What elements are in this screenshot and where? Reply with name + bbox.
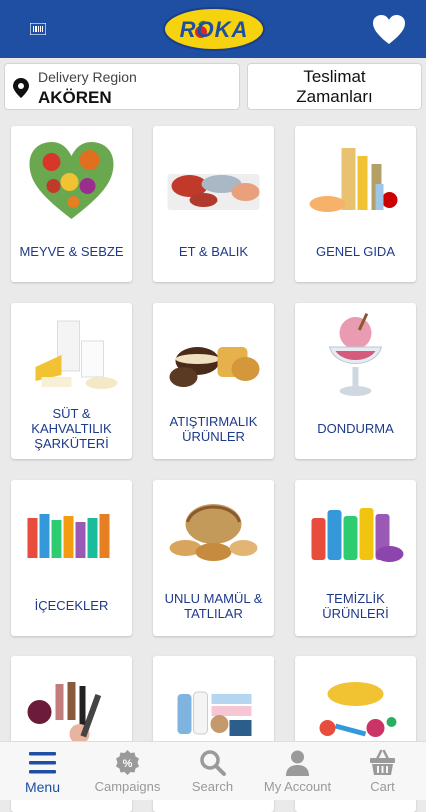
basket-icon: [370, 749, 395, 775]
snacks-image: [169, 347, 260, 387]
category-label: GENEL GIDA: [316, 244, 395, 259]
logo-text: ROKA: [180, 17, 249, 42]
bottom-tab-bar: Menu % Campaigns Search My Account Cart: [0, 741, 426, 800]
tab-label: Cart: [370, 779, 395, 794]
tab-label: Menu: [24, 779, 61, 795]
category-card[interactable]: ET & BALIK: [153, 126, 274, 282]
category-card[interactable]: DONDURMA: [295, 303, 416, 459]
ice-cream-image: [328, 313, 383, 396]
general-food-image: [309, 148, 398, 212]
category-card[interactable]: SÜT & KAHVALTILIK ŞARKÜTERİ: [11, 303, 132, 459]
region-value: AKÖREN: [38, 88, 112, 107]
category-label: MEYVE & SEBZE: [19, 244, 124, 259]
menu-icon: [29, 752, 56, 774]
bakery-image: [169, 504, 258, 561]
beverages-image: [27, 514, 110, 558]
barcode-icon[interactable]: [30, 23, 46, 35]
search-icon: [200, 750, 226, 776]
delivery-times-label: Teslimat Zamanları: [296, 67, 373, 106]
heart-icon[interactable]: [372, 14, 406, 46]
category-label: UNLU MAMÜL & TATLILAR: [164, 590, 263, 621]
delivery-region-selector[interactable]: Delivery Region AKÖREN: [4, 63, 240, 110]
tab-label: Campaigns: [94, 779, 161, 794]
category-label: DONDURMA: [317, 421, 394, 436]
category-card[interactable]: UNLU MAMÜL & TATLILAR: [153, 480, 274, 636]
user-icon: [286, 750, 309, 776]
category-card[interactable]: İÇECEKLER: [11, 480, 132, 636]
category-label: İÇECEKLER: [34, 598, 109, 613]
tab-campaigns[interactable]: % Campaigns: [85, 742, 170, 801]
cleaning-image: [311, 508, 404, 562]
category-label: SÜT & KAHVALTILIK ŞARKÜTERİ: [31, 406, 112, 451]
category-label: ET & BALIK: [178, 244, 249, 259]
category-card[interactable]: TEMİZLİK ÜRÜNLERİ: [295, 480, 416, 636]
category-card[interactable]: MEYVE & SEBZE: [11, 126, 132, 282]
svg-text:%: %: [123, 758, 133, 770]
tab-label: My Account: [263, 779, 332, 794]
app-header: ROKA: [0, 0, 426, 58]
tab-label: Search: [191, 779, 234, 794]
meat-fish-image: [167, 174, 260, 210]
tab-my-account[interactable]: My Account: [255, 742, 340, 801]
tab-cart[interactable]: Cart: [340, 742, 425, 801]
tab-menu[interactable]: Menu: [0, 742, 85, 801]
category-label: TEMİZLİK ÜRÜNLERİ: [322, 590, 389, 621]
roka-logo[interactable]: ROKA: [163, 6, 265, 52]
delivery-times-button[interactable]: Teslimat Zamanları: [247, 63, 422, 110]
location-pin-icon: [13, 78, 29, 98]
fruits-vegetables-heart-image: [29, 142, 114, 219]
category-card[interactable]: GENEL GIDA: [295, 126, 416, 282]
tab-search[interactable]: Search: [170, 742, 255, 801]
percent-badge-icon: %: [116, 750, 139, 775]
region-label: Delivery Region: [38, 69, 137, 85]
category-label: ATIŞTIRMALIK ÜRÜNLER: [169, 413, 258, 444]
category-card[interactable]: ATIŞTIRMALIK ÜRÜNLER: [153, 303, 274, 459]
dairy-breakfast-image: [35, 320, 118, 389]
